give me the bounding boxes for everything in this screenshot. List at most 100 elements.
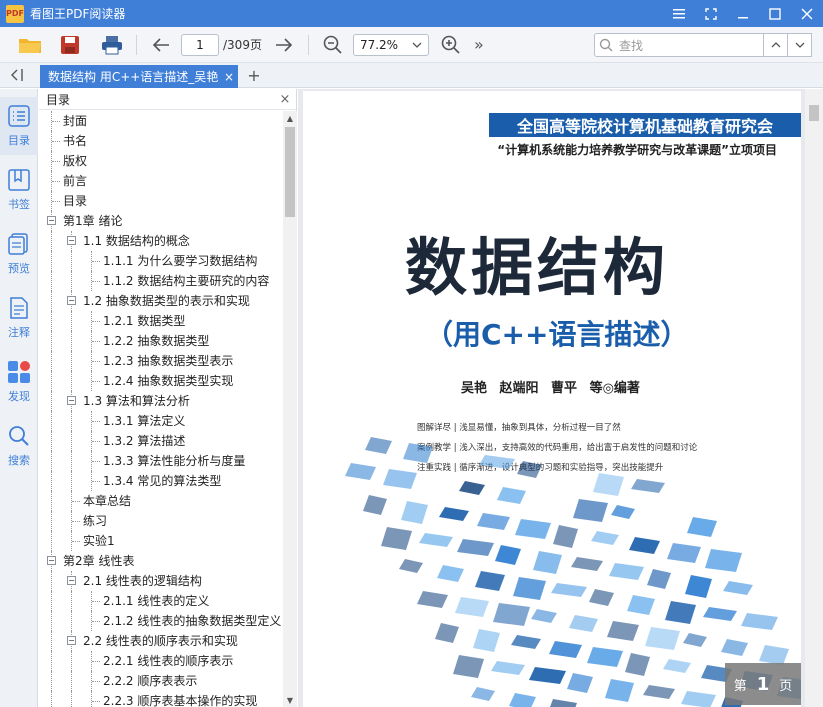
toc-item[interactable]: −2.1 线性表的逻辑结构 — [39, 571, 281, 591]
tab-close-button[interactable]: × — [224, 70, 234, 84]
rail-item-search[interactable]: 搜索 — [0, 417, 38, 475]
toc-item[interactable]: 2.2.3 顺序表基本操作的实现 — [39, 691, 281, 707]
toc-item[interactable]: 1.2.4 抽象数据类型实现 — [39, 371, 281, 391]
tree-connector — [52, 121, 60, 122]
search-icon — [7, 423, 31, 449]
rail-item-toc[interactable]: 目录 — [0, 97, 38, 155]
toc-item[interactable]: − 第2章 线性表 — [39, 551, 281, 571]
print-button[interactable] — [98, 31, 126, 59]
toc-item[interactable]: −2.2 线性表的顺序表示和实现 — [39, 631, 281, 651]
save-button[interactable] — [56, 31, 84, 59]
toc-item[interactable]: 1.3.1 算法定义 — [39, 411, 281, 431]
collapse-toggle-icon[interactable]: − — [67, 576, 76, 585]
search-input[interactable]: 查找 — [594, 33, 764, 57]
add-tab-button[interactable]: + — [245, 65, 263, 85]
collapse-sidebar-button[interactable] — [8, 66, 28, 84]
cover-shape — [345, 463, 376, 480]
toc-item-label: 2.1 线性表的逻辑结构 — [83, 574, 202, 588]
next-page-button[interactable] — [270, 31, 298, 59]
collapse-toggle-icon[interactable]: − — [47, 216, 56, 225]
page-number-input[interactable]: 1 — [181, 33, 219, 56]
cover-shape — [663, 659, 691, 673]
more-button[interactable]: » — [465, 31, 493, 59]
zoom-select[interactable]: 77.2% — [352, 33, 429, 56]
toc-item[interactable]: −1.2 抽象数据类型的表示和实现 — [39, 291, 281, 311]
fullscreen-icon[interactable] — [695, 0, 727, 27]
toc-item-label: 封面 — [63, 114, 88, 128]
toc-item[interactable]: 前言 — [39, 171, 281, 191]
collapse-toggle-icon[interactable]: − — [67, 236, 76, 245]
cover-shape — [631, 479, 665, 493]
rail-item-bookmarks[interactable]: 书签 — [0, 161, 38, 219]
toc-item[interactable]: 1.3.3 算法性能分析与度量 — [39, 451, 281, 471]
maximize-icon[interactable] — [759, 0, 791, 27]
collapse-toggle-icon[interactable]: − — [47, 556, 56, 565]
prev-page-button[interactable] — [147, 31, 175, 59]
document-tab[interactable]: 数据结构 用C++语言描述_吴艳 × — [40, 65, 238, 88]
toc-item[interactable]: 1.1.1 为什么要学习数据结构 — [39, 251, 281, 271]
tree-guide — [71, 411, 72, 431]
cover-shape — [759, 645, 789, 665]
toc-item[interactable]: 版权 — [39, 151, 281, 171]
toc-item[interactable]: 1.2.3 抽象数据类型表示 — [39, 351, 281, 371]
cover-project: “计算机系统能力培养教学研究与改革课题”立项项目 — [497, 143, 777, 157]
tree-connector — [92, 341, 100, 342]
toc-item[interactable]: 目录 — [39, 191, 281, 211]
toc-item[interactable]: 2.2.2 顺序表表示 — [39, 671, 281, 691]
tree-connector — [52, 161, 60, 162]
cover-shape — [687, 517, 717, 537]
search-next-button[interactable] — [787, 33, 812, 57]
search-icon — [599, 38, 613, 52]
toc-item[interactable]: 封面 — [39, 111, 281, 131]
rail-item-preview[interactable]: 预览 — [0, 225, 38, 283]
toc-item[interactable]: − 第1章 绪论 — [39, 211, 281, 231]
menu-icon[interactable] — [663, 0, 695, 27]
toc-header: 目录 — [39, 89, 296, 110]
scroll-thumb[interactable] — [285, 127, 295, 217]
scroll-down-icon[interactable]: ▼ — [283, 693, 297, 707]
cover-shape — [419, 533, 453, 547]
zoom-in-button[interactable] — [437, 31, 465, 59]
search-prev-button[interactable] — [763, 33, 788, 57]
rail-item-annotations[interactable]: 注释 — [0, 289, 38, 347]
tree-guide — [51, 691, 52, 707]
toc-item[interactable]: 书名 — [39, 131, 281, 151]
toc-item[interactable]: 实验1 — [39, 531, 281, 551]
collapse-toggle-icon[interactable]: − — [67, 396, 76, 405]
toc-item[interactable]: −1.1 数据结构的概念 — [39, 231, 281, 251]
collapse-toggle-icon[interactable]: − — [67, 296, 76, 305]
folder-icon — [19, 38, 41, 53]
toc-item[interactable]: 1.1.2 数据结构主要研究的内容 — [39, 271, 281, 291]
document-scrollbar[interactable] — [805, 89, 823, 707]
cover-shape — [403, 443, 433, 463]
toc-item[interactable]: 2.2.1 线性表的顺序表示 — [39, 651, 281, 671]
toc-item[interactable]: 1.3.2 算法描述 — [39, 431, 281, 451]
scroll-up-icon[interactable]: ▲ — [283, 111, 297, 125]
close-icon[interactable] — [791, 0, 823, 27]
chevron-up-icon — [771, 42, 780, 48]
toc-item[interactable]: 本章总结 — [39, 491, 281, 511]
scroll-thumb[interactable] — [809, 105, 819, 121]
cover-shape — [587, 647, 623, 667]
collapse-toggle-icon[interactable]: − — [67, 636, 76, 645]
toc-item[interactable]: −1.3 算法和算法分析 — [39, 391, 281, 411]
toc-item[interactable]: 1.3.4 常见的算法类型 — [39, 471, 281, 491]
zoom-out-button[interactable] — [319, 31, 347, 59]
rail-item-discover[interactable]: 发现 — [0, 353, 38, 411]
toc-scrollbar[interactable]: ▲ ▼ — [283, 111, 297, 707]
toc-item[interactable]: 1.2.1 数据类型 — [39, 311, 281, 331]
toc-item[interactable]: 2.1.2 线性表的抽象数据类型定义 — [39, 611, 281, 631]
minimize-icon[interactable] — [727, 0, 759, 27]
cover-shape — [417, 591, 448, 608]
cover-shape — [401, 501, 428, 524]
open-file-button[interactable] — [16, 31, 44, 59]
zoom-value: 77.2% — [359, 37, 399, 52]
toc-item[interactable]: 2.1.1 线性表的定义 — [39, 591, 281, 611]
page-indicator-prefix: 第 — [733, 678, 747, 694]
cover-shape — [681, 691, 716, 707]
toc-close-button[interactable]: × — [278, 91, 292, 107]
toc-item[interactable]: 1.2.2 抽象数据类型 — [39, 331, 281, 351]
document-view: 全国高等院校计算机基础教育研究会 “计算机系统能力培养教学研究与改革课题”立项项… — [298, 89, 823, 707]
toc-item[interactable]: 练习 — [39, 511, 281, 531]
left-rail: 目录 书签 预览 注释 发现 搜索 — [0, 89, 38, 707]
